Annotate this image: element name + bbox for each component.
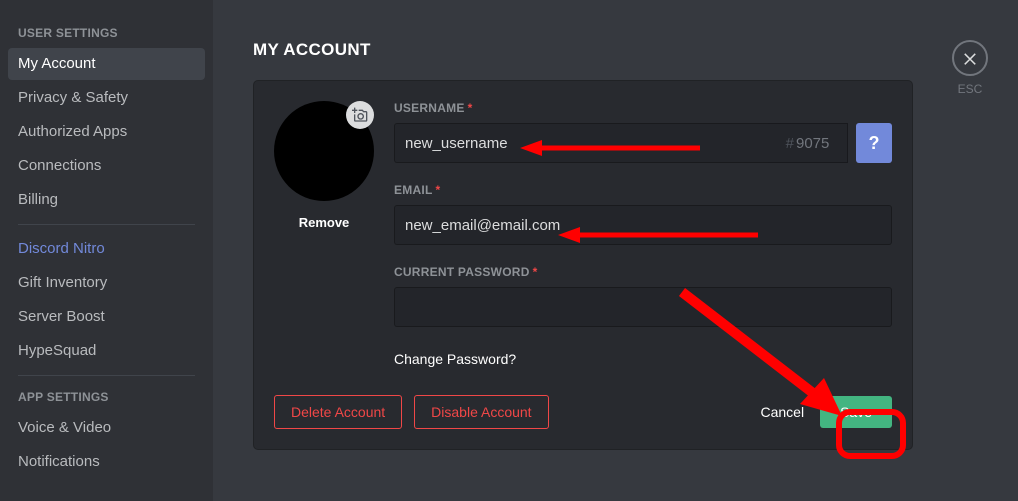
sidebar-item-notifications[interactable]: Notifications bbox=[8, 446, 205, 478]
save-button[interactable]: Save bbox=[820, 396, 892, 428]
sidebar-item-gift-inventory[interactable]: Gift Inventory bbox=[8, 267, 205, 299]
password-input[interactable] bbox=[394, 287, 892, 327]
sidebar-item-privacy[interactable]: Privacy & Safety bbox=[8, 82, 205, 114]
sidebar-item-voice-video[interactable]: Voice & Video bbox=[8, 412, 205, 444]
sidebar-separator bbox=[18, 375, 195, 376]
account-card: Remove USERNAME* #9075 ? EMAIL* CURRENT … bbox=[253, 80, 913, 450]
avatar-edit-button[interactable] bbox=[346, 101, 374, 129]
change-password-link[interactable]: Change Password? bbox=[394, 347, 892, 375]
sidebar-item-server-boost[interactable]: Server Boost bbox=[8, 301, 205, 333]
password-label: CURRENT PASSWORD* bbox=[394, 265, 892, 279]
page-title: MY ACCOUNT bbox=[253, 40, 978, 60]
close-label: ESC bbox=[952, 82, 988, 96]
sidebar-heading-app: APP SETTINGS bbox=[8, 384, 205, 410]
disable-account-button[interactable]: Disable Account bbox=[414, 395, 548, 429]
sidebar-item-hypesquad[interactable]: HypeSquad bbox=[8, 335, 205, 367]
sidebar-item-billing[interactable]: Billing bbox=[8, 184, 205, 216]
content-area: ESC MY ACCOUNT Remove USERNAME* #9075 ? bbox=[213, 0, 1018, 501]
settings-sidebar: USER SETTINGS My Account Privacy & Safet… bbox=[0, 0, 213, 501]
discriminator-help-button[interactable]: ? bbox=[856, 123, 892, 163]
sidebar-item-my-account[interactable]: My Account bbox=[8, 48, 205, 80]
email-input[interactable] bbox=[394, 205, 892, 245]
close-button[interactable] bbox=[952, 40, 988, 76]
add-photo-icon bbox=[352, 107, 368, 123]
delete-account-button[interactable]: Delete Account bbox=[274, 395, 402, 429]
cancel-button[interactable]: Cancel bbox=[744, 396, 820, 428]
sidebar-separator bbox=[18, 224, 195, 225]
discriminator-display: #9075 bbox=[768, 123, 848, 163]
sidebar-item-connections[interactable]: Connections bbox=[8, 150, 205, 182]
remove-avatar-link[interactable]: Remove bbox=[274, 215, 374, 230]
close-icon bbox=[961, 49, 979, 67]
username-label: USERNAME* bbox=[394, 101, 892, 115]
avatar-container[interactable] bbox=[274, 101, 374, 201]
username-input[interactable] bbox=[394, 123, 768, 163]
sidebar-item-nitro[interactable]: Discord Nitro bbox=[8, 233, 205, 265]
email-label: EMAIL* bbox=[394, 183, 892, 197]
sidebar-heading-user: USER SETTINGS bbox=[8, 20, 205, 46]
sidebar-item-authorized-apps[interactable]: Authorized Apps bbox=[8, 116, 205, 148]
